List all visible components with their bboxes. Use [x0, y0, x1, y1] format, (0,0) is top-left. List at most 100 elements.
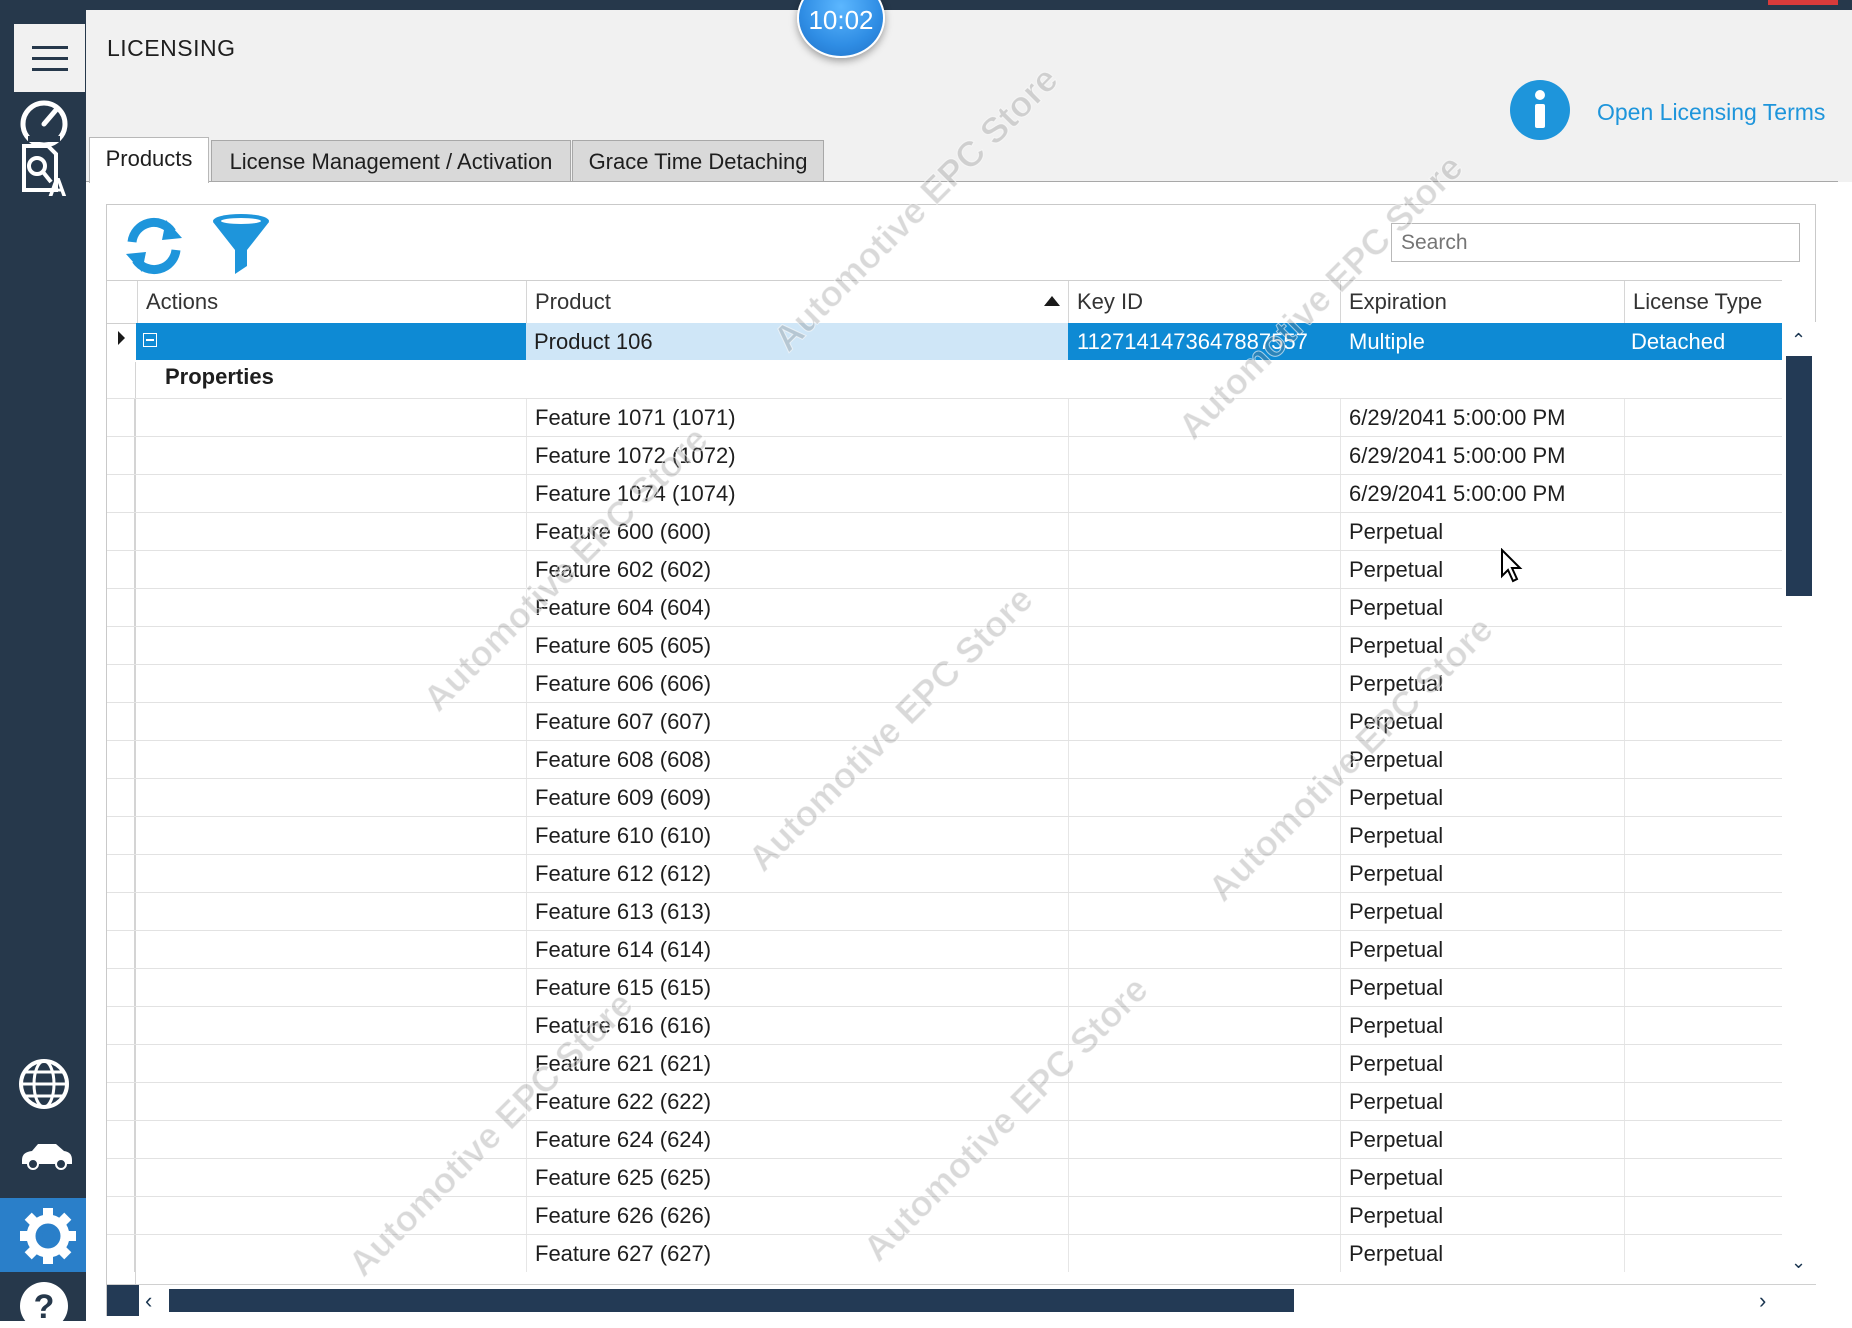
scroll-right-icon[interactable]: › [1759, 1288, 1766, 1314]
row-selector[interactable] [107, 627, 135, 664]
feature-expiration-cell: Perpetual [1340, 931, 1624, 968]
feature-key-cell [1068, 741, 1340, 778]
feature-name-cell: Feature 608 (608) [526, 741, 1068, 778]
row-selector[interactable] [107, 1235, 135, 1272]
filter-icon[interactable] [210, 212, 272, 278]
table-row[interactable]: Feature 604 (604) Perpetual [107, 588, 1782, 626]
refresh-icon[interactable] [122, 214, 186, 278]
row-selector[interactable] [107, 779, 135, 816]
table-row[interactable]: Feature 1071 (1071) 6/29/2041 5:00:00 PM [107, 398, 1782, 436]
tab-grace-time-detaching[interactable]: Grace Time Detaching [572, 140, 824, 182]
row-selector[interactable] [107, 893, 135, 930]
search-input[interactable] [1391, 223, 1800, 262]
row-selector[interactable] [107, 513, 135, 550]
table-row[interactable]: Feature 616 (616) Perpetual [107, 1006, 1782, 1044]
feature-key-cell [1068, 475, 1340, 512]
feature-license-type-cell [1624, 855, 1782, 892]
menu-button[interactable] [14, 24, 85, 92]
row-selector[interactable] [107, 817, 135, 854]
svg-text:A: A [48, 172, 67, 200]
row-selector[interactable] [107, 1045, 135, 1082]
info-icon[interactable] [1510, 80, 1570, 140]
row-selector[interactable] [107, 1197, 135, 1234]
feature-name-cell: Feature 607 (607) [526, 703, 1068, 740]
table-row[interactable]: Feature 612 (612) Perpetual [107, 854, 1782, 892]
table-row[interactable]: Feature 626 (626) Perpetual [107, 1196, 1782, 1234]
row-selector[interactable] [107, 1007, 135, 1044]
column-header-expiration[interactable]: Expiration [1340, 281, 1624, 323]
globe-icon[interactable] [18, 1058, 70, 1110]
table-row[interactable]: Feature 600 (600) Perpetual [107, 512, 1782, 550]
table-row[interactable]: Feature 607 (607) Perpetual [107, 702, 1782, 740]
row-selector[interactable] [107, 1121, 135, 1158]
help-icon[interactable]: ? [18, 1276, 70, 1328]
row-selector[interactable] [107, 1083, 135, 1120]
feature-expiration-cell: Perpetual [1340, 1159, 1624, 1196]
table-row[interactable]: Feature 624 (624) Perpetual [107, 1120, 1782, 1158]
feature-expiration-cell: Perpetual [1340, 817, 1624, 854]
row-expander-icon[interactable] [118, 331, 125, 345]
table-row[interactable]: Feature 608 (608) Perpetual [107, 740, 1782, 778]
scroll-up-icon[interactable]: ⌃ [1791, 330, 1806, 351]
tab-license-management[interactable]: License Management / Activation [211, 140, 571, 182]
row-selector[interactable] [107, 703, 135, 740]
row-selector[interactable] [107, 1159, 135, 1196]
feature-license-type-cell [1624, 627, 1782, 664]
row-selector[interactable] [107, 741, 135, 778]
table-row[interactable]: Feature 1074 (1074) 6/29/2041 5:00:00 PM [107, 474, 1782, 512]
horizontal-scrollbar[interactable]: ‹ › [107, 1284, 1816, 1316]
feature-license-type-cell [1624, 399, 1782, 436]
feature-key-cell [1068, 1121, 1340, 1158]
tab-products[interactable]: Products [89, 137, 209, 183]
car-icon[interactable] [18, 1140, 72, 1170]
feature-key-cell [1068, 399, 1340, 436]
feature-expiration-cell: Perpetual [1340, 741, 1624, 778]
column-header-product[interactable]: Product [526, 281, 1068, 323]
row-selector[interactable] [107, 855, 135, 892]
table-row[interactable]: Feature 605 (605) Perpetual [107, 626, 1782, 664]
feature-key-cell [1068, 855, 1340, 892]
scroll-corner [107, 1285, 139, 1316]
feature-key-cell [1068, 551, 1340, 588]
table-row[interactable]: Feature 613 (613) Perpetual [107, 892, 1782, 930]
license-type-cell: Detached [1631, 329, 1726, 354]
product-cell: Product 106 [526, 323, 1068, 360]
column-header-actions[interactable]: Actions [137, 281, 445, 323]
collapse-icon[interactable] [143, 333, 157, 347]
table-row[interactable]: Feature 627 (627) Perpetual [107, 1234, 1782, 1272]
table-row[interactable]: Feature 1072 (1072) 6/29/2041 5:00:00 PM [107, 436, 1782, 474]
scroll-down-icon[interactable]: ⌄ [1791, 1252, 1806, 1273]
open-licensing-terms-link[interactable]: Open Licensing Terms [1597, 99, 1825, 126]
column-header-key-id[interactable]: Key ID [1068, 281, 1340, 323]
row-selector[interactable] [107, 969, 135, 1006]
row-selector[interactable] [107, 665, 135, 702]
table-row[interactable]: Feature 621 (621) Perpetual [107, 1044, 1782, 1082]
table-header: Actions Product Key ID Expiration Licens… [107, 280, 1782, 324]
row-selector[interactable] [107, 551, 135, 588]
row-selector[interactable] [107, 399, 135, 436]
row-selector[interactable] [107, 589, 135, 626]
row-selector[interactable] [107, 437, 135, 474]
svg-text:?: ? [34, 1288, 55, 1326]
table-row[interactable]: Feature 622 (622) Perpetual [107, 1082, 1782, 1120]
scroll-left-icon[interactable]: ‹ [145, 1288, 152, 1314]
horizontal-scroll-thumb[interactable] [169, 1289, 1294, 1312]
table-row[interactable]: Feature 609 (609) Perpetual [107, 778, 1782, 816]
vertical-scrollbar[interactable]: ⌃ ⌄ [1782, 322, 1816, 1284]
row-selector[interactable] [107, 475, 135, 512]
table-row[interactable]: Feature 614 (614) Perpetual [107, 930, 1782, 968]
search-translate-icon[interactable]: A [18, 140, 70, 200]
feature-name-cell: Feature 612 (612) [526, 855, 1068, 892]
row-selector[interactable] [107, 931, 135, 968]
table-row[interactable]: Feature 602 (602) Perpetual [107, 550, 1782, 588]
table-row[interactable]: Feature 615 (615) Perpetual [107, 968, 1782, 1006]
vertical-scroll-thumb[interactable] [1786, 356, 1812, 596]
feature-key-cell [1068, 1159, 1340, 1196]
close-button[interactable] [1768, 0, 1838, 5]
selected-product-row[interactable]: Product 106 1127141473647887557 Multiple… [136, 323, 1782, 360]
column-header-license-type[interactable]: License Type [1624, 281, 1782, 323]
settings-gear-icon[interactable] [0, 1198, 86, 1272]
table-row[interactable]: Feature 610 (610) Perpetual [107, 816, 1782, 854]
table-row[interactable]: Feature 606 (606) Perpetual [107, 664, 1782, 702]
table-row[interactable]: Feature 625 (625) Perpetual [107, 1158, 1782, 1196]
